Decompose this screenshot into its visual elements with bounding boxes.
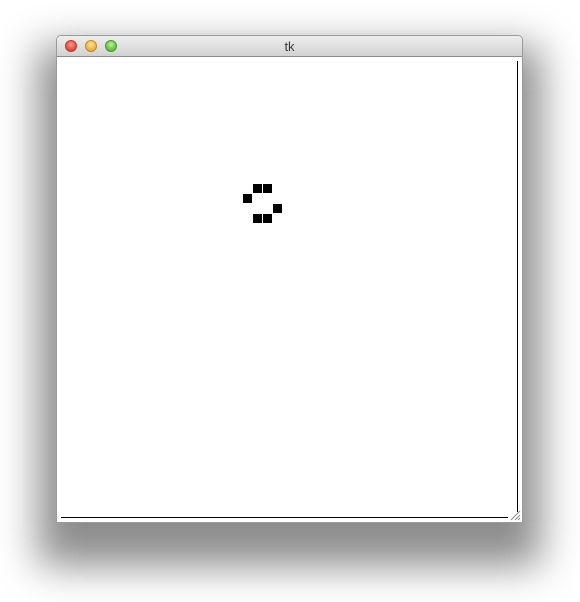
live-cell [263, 184, 272, 193]
tk-window[interactable]: tk [56, 35, 523, 523]
window-title: tk [284, 39, 295, 54]
resize-grip-icon[interactable] [510, 510, 521, 521]
window-content [57, 57, 522, 522]
canvas-right-border [517, 61, 518, 512]
screen: tk [0, 0, 580, 602]
live-cell [253, 214, 262, 223]
live-cell [263, 214, 272, 223]
canvas-bottom-border [61, 517, 508, 518]
live-cell [253, 184, 262, 193]
live-cell [243, 194, 252, 203]
live-cell [273, 204, 282, 213]
game-canvas[interactable] [57, 57, 518, 518]
title-bar[interactable]: tk [57, 36, 522, 57]
